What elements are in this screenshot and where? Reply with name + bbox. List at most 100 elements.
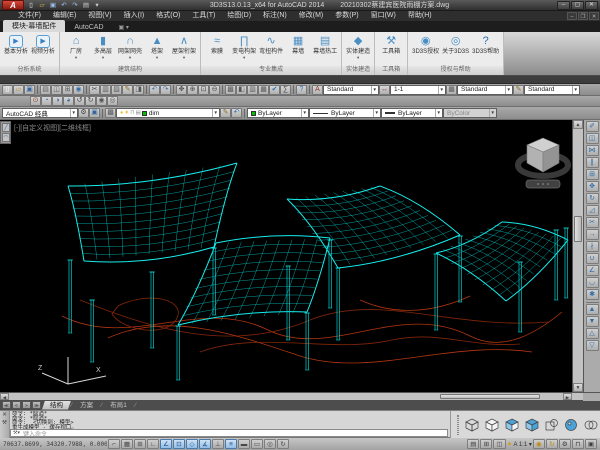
array-icon[interactable]: ⊞ <box>586 169 599 180</box>
workspace-combo[interactable]: AutoCAD 经典▼ <box>2 108 78 118</box>
transparency-toggle[interactable]: ▭ <box>251 439 263 449</box>
plot-style-combo[interactable]: ByColor▼ <box>443 108 497 118</box>
rotate-icon[interactable]: ↻ <box>586 193 599 204</box>
annotation-auto-scale-icon[interactable]: ↻ <box>546 439 558 449</box>
selection-cycling-toggle[interactable]: ↻ <box>277 439 289 449</box>
ribbon-button-curved-member[interactable]: ∿弯扭构件 <box>258 34 284 56</box>
scroll-right-icon[interactable]: ▶ <box>563 393 572 400</box>
copy-object-icon[interactable]: ◫ <box>586 133 599 144</box>
zoom-out-icon[interactable]: ↻ <box>85 96 96 106</box>
plot-preview-icon[interactable]: ◫ <box>51 85 62 95</box>
orbit-constrained-icon[interactable]: ◔ <box>41 96 52 106</box>
tab-prev-icon[interactable]: < <box>12 401 21 409</box>
scroll-up-icon[interactable]: ▲ <box>573 120 583 129</box>
ribbon-tab-1[interactable]: 模块-幕墙配件 <box>3 20 65 32</box>
ribbon-button-factory[interactable]: ⌂厂房▾ <box>63 34 89 60</box>
menu-item-11[interactable]: 窗口(W) <box>365 11 402 21</box>
zoom-previous-icon[interactable]: ⊖ <box>209 85 220 95</box>
vertical-scrollbar[interactable]: ▲ ▼ <box>572 120 583 392</box>
mleader-style-combo-arrow-icon[interactable]: ▼ <box>572 86 578 94</box>
tab-first-icon[interactable]: ≪ <box>2 401 11 409</box>
qat-undo-icon[interactable]: ↶ <box>59 1 69 10</box>
undo-icon[interactable]: ↶ <box>149 85 160 95</box>
copy-icon[interactable]: ▥ <box>100 85 111 95</box>
ribbon-button-tower[interactable]: ▲塔架▾ <box>144 34 170 60</box>
annotation-visibility-icon[interactable]: ◉ <box>533 439 545 449</box>
quick-calc-icon[interactable]: ∑ <box>280 85 291 95</box>
draworder-below-icon[interactable]: ▽ <box>586 340 599 351</box>
ribbon-tab-2[interactable]: AutoCAD <box>65 23 112 32</box>
match-properties-icon[interactable]: ✎ <box>220 108 231 118</box>
properties-icon[interactable]: ▩ <box>105 108 116 118</box>
qat-save-icon[interactable]: ▣ <box>48 1 58 10</box>
block-editor-icon[interactable]: ◨ <box>133 85 144 95</box>
ribbon-button-membrane[interactable]: ≈索膜 <box>204 34 230 56</box>
realistic-sphere-icon[interactable] <box>562 415 580 435</box>
close-button[interactable]: ✕ <box>585 1 598 10</box>
viewport-controls[interactable]: [-][自定义视图][二维线框] <box>14 123 91 133</box>
hidden-cube-icon[interactable] <box>483 415 501 435</box>
save-icon[interactable]: ▣ <box>89 108 100 118</box>
publish-icon[interactable]: ⊞ <box>62 85 73 95</box>
object-snap-toggle[interactable]: ⊡ <box>173 439 185 449</box>
dynamic-input-toggle[interactable]: ≡ <box>225 439 237 449</box>
ribbon-button-toolbox[interactable]: ⚒工具箱 <box>378 34 404 56</box>
break-icon[interactable]: ∤ <box>586 241 599 252</box>
linetype-combo[interactable]: ByLayer▼ <box>309 108 381 118</box>
draworder-front-icon[interactable]: ▲ <box>586 304 599 315</box>
move-icon[interactable]: ✥ <box>586 181 599 192</box>
explode-icon[interactable]: ✱ <box>586 289 599 300</box>
vertical-scroll-thumb[interactable] <box>574 216 582 242</box>
plot-icon[interactable]: ▤ <box>40 85 51 95</box>
draworder-back-icon[interactable]: ▼ <box>586 316 599 327</box>
3d-object-snap-toggle[interactable]: ◇ <box>186 439 198 449</box>
quick-view-layouts-icon[interactable]: ⊞ <box>480 439 492 449</box>
menu-item-9[interactable]: 修改(M) <box>293 11 330 21</box>
paste-icon[interactable]: ▨ <box>111 85 122 95</box>
qat-plot-icon[interactable]: ▤ <box>81 1 91 10</box>
trim-icon[interactable]: ✂ <box>586 217 599 228</box>
tool-palettes-icon[interactable]: ▥ <box>247 85 258 95</box>
mirror-icon[interactable]: ⋈ <box>586 145 599 156</box>
menu-item-8[interactable]: 标注(N) <box>257 11 293 21</box>
ribbon-button-space-frame[interactable]: ∩网架网壳▾ <box>117 34 143 60</box>
menu-item-6[interactable]: 工具(T) <box>186 11 221 21</box>
horizontal-scroll-thumb[interactable] <box>440 394 540 399</box>
close-command-icon[interactable]: ✕ <box>2 412 7 418</box>
markup-icon[interactable]: ✔ <box>269 85 280 95</box>
command-window[interactable]: ✕ ⚒ 命令: *取消*命令: *取消*命令: <切换到: 模型>重生成模型 -… <box>0 410 600 437</box>
doc-close-button[interactable]: ✕ <box>589 12 599 20</box>
quick-view-drawings-icon[interactable]: ◫ <box>493 439 505 449</box>
layer-combo-arrow-icon[interactable]: ▼ <box>212 109 218 117</box>
xray-icon[interactable] <box>582 415 600 435</box>
command-tools-icon[interactable]: ⚒ <box>2 420 7 426</box>
ortho-toggle[interactable]: ∟ <box>147 439 159 449</box>
menu-item-10[interactable]: 参数(P) <box>329 11 364 21</box>
design-center-icon[interactable]: ◧ <box>236 85 247 95</box>
text-style-combo-arrow-icon[interactable]: ▼ <box>371 86 377 94</box>
ribbon-button-basic-analysis[interactable]: ▶基本分析 <box>3 34 29 56</box>
cut-icon[interactable]: ✂ <box>89 85 100 95</box>
ribbon-button-roof-truss[interactable]: ∧屋架桁架▾ <box>171 34 197 60</box>
dim-style-combo[interactable]: 1-1▼ <box>390 85 446 95</box>
maximize-button[interactable]: ▢ <box>571 1 584 10</box>
camera-icon[interactable]: ◉ <box>96 96 107 106</box>
scroll-left-icon[interactable]: ◀ <box>0 393 9 400</box>
save-icon[interactable]: ▣ <box>24 85 35 95</box>
zoom-in-icon[interactable]: ↺ <box>74 96 85 106</box>
lineweight-display-toggle[interactable]: ▬ <box>238 439 250 449</box>
ribbon-state-icon[interactable]: ▣ ▾ <box>113 23 135 32</box>
doc-restore-button[interactable]: ❐ <box>578 12 588 20</box>
dynamic-ucs-toggle[interactable]: ⊥ <box>212 439 224 449</box>
ribbon-button-video-analysis[interactable]: ▶视频分析 <box>30 34 56 56</box>
sheet-set-icon[interactable]: ▦ <box>258 85 269 95</box>
object-snap-tracking-toggle[interactable]: ∡ <box>199 439 211 449</box>
chamfer-icon[interactable]: ∠ <box>586 265 599 276</box>
model-space-icon[interactable]: ▤ <box>467 439 479 449</box>
text-style-combo[interactable]: Standard▼ <box>323 85 379 95</box>
open-icon[interactable]: ▱ <box>13 85 24 95</box>
ribbon-button-help[interactable]: ?3D3S帮助 <box>471 34 500 56</box>
grid-toggle[interactable]: ⊞ <box>134 439 146 449</box>
dim-style-combo-arrow-icon[interactable]: ▼ <box>438 86 444 94</box>
qat-new-icon[interactable]: ▯ <box>26 1 36 10</box>
